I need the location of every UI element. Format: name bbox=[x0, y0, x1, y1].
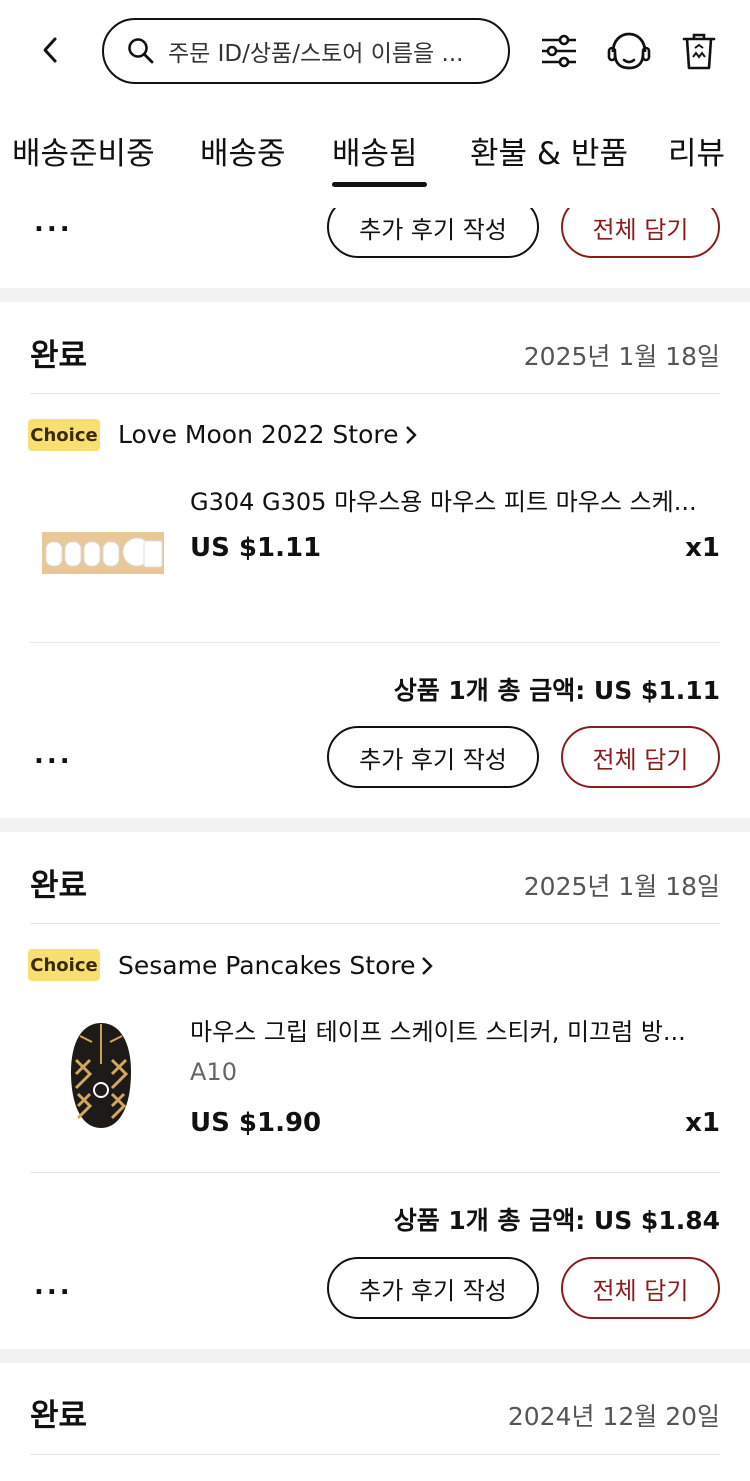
product-title[interactable]: G304 G305 마우스용 마우스 피트 마우스 스케... bbox=[190, 482, 720, 517]
write-review-button[interactable]: 추가 후기 작성 bbox=[327, 1257, 539, 1319]
tab-in-transit[interactable]: 배송중 bbox=[200, 128, 286, 173]
store-link[interactable]: Love Moon 2022 Store bbox=[118, 420, 419, 449]
chevron-right-icon bbox=[405, 425, 417, 444]
section-separator bbox=[0, 818, 750, 832]
back-icon bbox=[43, 37, 57, 63]
product-price: US $1.90 bbox=[190, 1108, 322, 1138]
filter-button[interactable] bbox=[536, 28, 582, 74]
support-button[interactable] bbox=[606, 28, 652, 74]
order-date: 2024년 12월 20일 bbox=[507, 1402, 720, 1431]
choice-badge: Choice bbox=[28, 419, 100, 451]
store-name: Love Moon 2022 Store bbox=[118, 420, 399, 449]
delete-icon bbox=[682, 33, 716, 70]
tab-cover bbox=[0, 194, 750, 208]
search-input[interactable]: 주문 ID/상품/스토어 이름을 ... bbox=[102, 18, 510, 84]
divider bbox=[30, 1454, 720, 1455]
order-date: 2025년 1월 18일 bbox=[523, 872, 720, 901]
section-separator bbox=[0, 288, 750, 302]
tab-reviews[interactable]: 리뷰 bbox=[668, 128, 725, 173]
store-link[interactable]: Sesame Pancakes Store bbox=[118, 951, 435, 980]
store-name: Sesame Pancakes Store bbox=[118, 951, 416, 980]
divider bbox=[30, 923, 720, 924]
tab-preparing[interactable]: 배송준비중 bbox=[12, 128, 155, 173]
product-thumbnail-mouse-feet[interactable] bbox=[40, 528, 166, 580]
product-variant: A10 bbox=[190, 1058, 237, 1086]
order-status: 완료 bbox=[30, 1398, 88, 1434]
add-all-to-cart-button[interactable]: 전체 담기 bbox=[561, 1257, 720, 1319]
search-placeholder: 주문 ID/상품/스토어 이름을 ... bbox=[168, 41, 464, 67]
delete-button[interactable] bbox=[676, 28, 722, 74]
support-icon bbox=[607, 32, 651, 70]
more-options-button[interactable]: ... bbox=[34, 208, 73, 238]
chevron-right-icon bbox=[422, 956, 434, 975]
choice-badge: Choice bbox=[28, 949, 100, 981]
order-status-tabs: 배송준비중 배송중 배송됨 환불 & 반품 리뷰 bbox=[0, 110, 750, 194]
divider bbox=[30, 1172, 720, 1173]
product-price: US $1.11 bbox=[190, 533, 322, 563]
order-status: 완료 bbox=[30, 868, 88, 904]
product-quantity: x1 bbox=[685, 533, 720, 563]
app-header: 주문 ID/상품/스토어 이름을 ... bbox=[0, 0, 750, 110]
order-date: 2025년 1월 18일 bbox=[523, 342, 720, 371]
tab-refund-return[interactable]: 환불 & 반품 bbox=[470, 128, 628, 173]
order-status: 완료 bbox=[30, 338, 88, 374]
tab-delivered[interactable]: 배송됨 bbox=[332, 128, 418, 173]
order-total: 상품 1개 총 금액: US $1.84 bbox=[393, 1206, 720, 1235]
divider bbox=[30, 642, 720, 643]
section-separator bbox=[0, 1349, 750, 1363]
product-quantity: x1 bbox=[685, 1108, 720, 1138]
divider bbox=[30, 393, 720, 394]
search-icon bbox=[128, 38, 154, 64]
order-total: 상품 1개 총 금액: US $1.11 bbox=[393, 676, 720, 705]
active-tab-indicator bbox=[332, 182, 427, 187]
add-all-to-cart-button[interactable]: 전체 담기 bbox=[561, 726, 720, 788]
back-button[interactable] bbox=[30, 30, 70, 70]
product-thumbnail-mouse-grip[interactable] bbox=[68, 1020, 134, 1132]
write-review-button[interactable]: 추가 후기 작성 bbox=[327, 726, 539, 788]
more-options-button[interactable]: ... bbox=[34, 1271, 73, 1301]
filter-icon bbox=[542, 34, 576, 68]
more-options-button[interactable]: ... bbox=[34, 740, 73, 770]
product-title[interactable]: 마우스 그립 테이프 스케이트 스티커, 미끄럼 방... bbox=[190, 1012, 720, 1047]
